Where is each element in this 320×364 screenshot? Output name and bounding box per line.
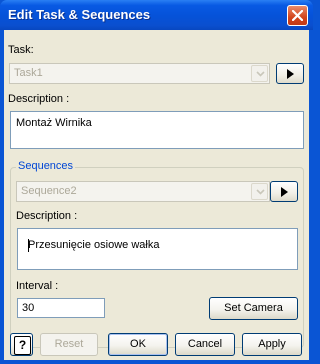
close-button[interactable] [287,5,308,26]
interval-input[interactable]: 30 [17,298,105,318]
task-dropdown-button[interactable] [251,65,268,82]
task-play-button[interactable] [276,63,304,84]
play-icon [281,187,288,197]
window-title: Edit Task & Sequences [8,7,151,22]
interval-label: Interval : [16,280,59,292]
sequence-play-button[interactable] [270,181,298,202]
chevron-down-icon [256,71,265,77]
close-icon [292,10,303,21]
task-select-value: Task1 [14,67,43,79]
sequence-dropdown-button[interactable] [251,183,268,200]
interval-value: 30 [22,302,35,314]
task-description-field[interactable]: Montaż Wirnika [10,111,304,149]
help-icon: ? [14,336,31,355]
sequence-select[interactable]: Sequence2 [16,181,270,202]
sequence-select-value: Sequence2 [21,185,77,197]
set-camera-button[interactable]: Set Camera [209,297,298,320]
title-bar[interactable]: Edit Task & Sequences [0,0,313,30]
apply-button[interactable]: Apply [242,333,302,356]
edit-task-dialog: Edit Task & Sequences Task: Task1 Descri… [0,0,313,364]
task-label: Task: [8,44,34,56]
chevron-down-icon [256,189,265,195]
play-icon [287,69,294,79]
task-select[interactable]: Task1 [9,63,270,84]
cancel-button[interactable]: Cancel [175,333,235,356]
reset-button[interactable]: Reset [40,333,98,356]
sequence-description-label: Description : [16,210,78,222]
text-caret [28,239,29,252]
sequence-description-field[interactable]: Przesunięcie osiowe wałka [17,228,298,270]
dialog-body: Task: Task1 Description : Montaż Wirnika… [4,30,309,360]
sequences-group-label: Sequences [16,160,76,172]
ok-button[interactable]: OK [108,333,168,356]
task-description-label: Description : [8,93,70,105]
task-description-text: Montaż Wirnika [16,117,92,129]
help-button[interactable]: ? [10,333,33,356]
